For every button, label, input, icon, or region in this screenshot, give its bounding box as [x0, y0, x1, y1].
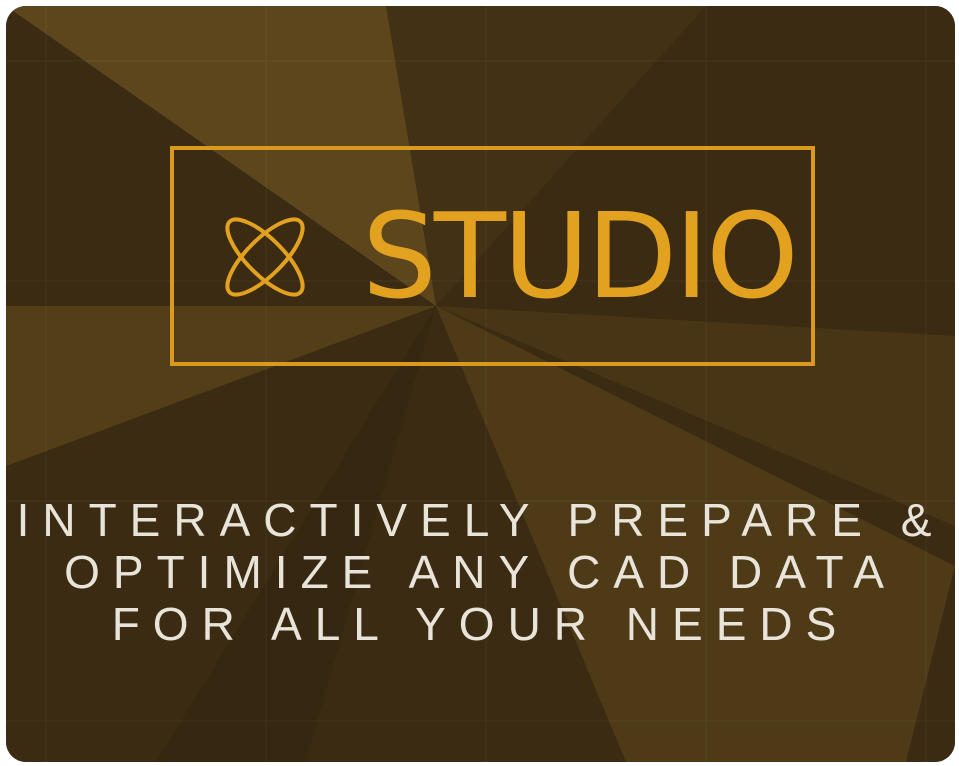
tagline-line-2: OPTIMIZE ANY CAD DATA: [64, 546, 897, 598]
banner: STUDIO INTERACTIVELY PREPARE & OPTIMIZE …: [6, 6, 955, 762]
tagline-line-3: FOR ALL YOUR NEEDS: [111, 598, 850, 650]
tagline-line-1: INTERACTIVELY PREPARE &: [16, 494, 945, 546]
logo-text: STUDIO: [362, 187, 799, 325]
knot-icon: [225, 217, 305, 297]
tagline: INTERACTIVELY PREPARE & OPTIMIZE ANY CAD…: [6, 494, 955, 650]
logo-box: STUDIO: [170, 146, 815, 366]
